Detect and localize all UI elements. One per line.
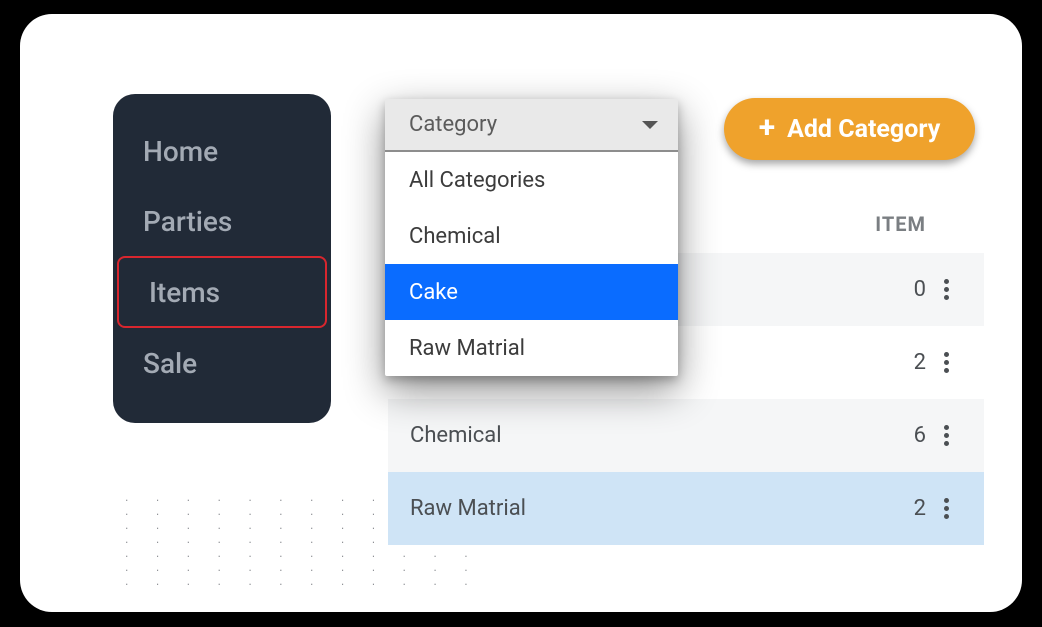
dropdown-option[interactable]: Chemical bbox=[385, 208, 678, 264]
row-menu-button[interactable] bbox=[926, 279, 966, 300]
dropdown-option-label: Chemical bbox=[409, 224, 501, 249]
dropdown-toggle[interactable]: Category bbox=[385, 99, 678, 152]
category-dropdown: Category All Categories Chemical Cake Ra… bbox=[385, 99, 678, 376]
cell-name: Raw Matrial bbox=[410, 496, 866, 521]
dropdown-option[interactable]: Raw Matrial bbox=[385, 320, 678, 376]
sidebar: Home Parties Items Sale bbox=[113, 94, 331, 423]
dropdown-option[interactable]: All Categories bbox=[385, 152, 678, 208]
dropdown-label: Category bbox=[409, 112, 497, 137]
kebab-icon bbox=[944, 279, 949, 300]
row-menu-button[interactable] bbox=[926, 498, 966, 519]
row-menu-button[interactable] bbox=[926, 352, 966, 373]
kebab-icon bbox=[944, 425, 949, 446]
kebab-icon bbox=[944, 352, 949, 373]
sidebar-item-items[interactable]: Items bbox=[117, 256, 327, 328]
sidebar-item-label: Home bbox=[143, 135, 218, 168]
sidebar-item-sale[interactable]: Sale bbox=[113, 328, 331, 398]
sidebar-item-label: Sale bbox=[143, 347, 197, 380]
cell-count: 2 bbox=[866, 350, 926, 375]
kebab-icon bbox=[944, 498, 949, 519]
add-category-button[interactable]: + Add Category bbox=[724, 98, 975, 160]
sidebar-item-label: Items bbox=[149, 276, 220, 309]
sidebar-item-home[interactable]: Home bbox=[113, 116, 331, 186]
chevron-down-icon bbox=[642, 121, 658, 129]
sidebar-item-parties[interactable]: Parties bbox=[113, 186, 331, 256]
dropdown-option-label: Raw Matrial bbox=[409, 336, 525, 361]
plus-icon: + bbox=[759, 113, 775, 143]
dropdown-option-label: All Categories bbox=[409, 168, 545, 193]
add-category-label: Add Category bbox=[787, 115, 940, 144]
sidebar-item-label: Parties bbox=[143, 205, 232, 238]
cell-name: Chemical bbox=[410, 423, 866, 448]
dropdown-option-label: Cake bbox=[409, 280, 458, 305]
cell-count: 2 bbox=[866, 496, 926, 521]
table-row[interactable]: Chemical 6 bbox=[388, 399, 984, 472]
app-card: Home Parties Items Sale . . . . . . . . … bbox=[20, 14, 1022, 612]
row-menu-button[interactable] bbox=[926, 425, 966, 446]
column-header-item: ITEM bbox=[875, 212, 926, 236]
decorative-dots: . . . . . . . . . . . . . . . . . . . . … bbox=[124, 492, 304, 592]
cell-count: 0 bbox=[866, 277, 926, 302]
cell-count: 6 bbox=[866, 423, 926, 448]
dropdown-option[interactable]: Cake bbox=[385, 264, 678, 320]
table-row[interactable]: Raw Matrial 2 bbox=[388, 472, 984, 545]
